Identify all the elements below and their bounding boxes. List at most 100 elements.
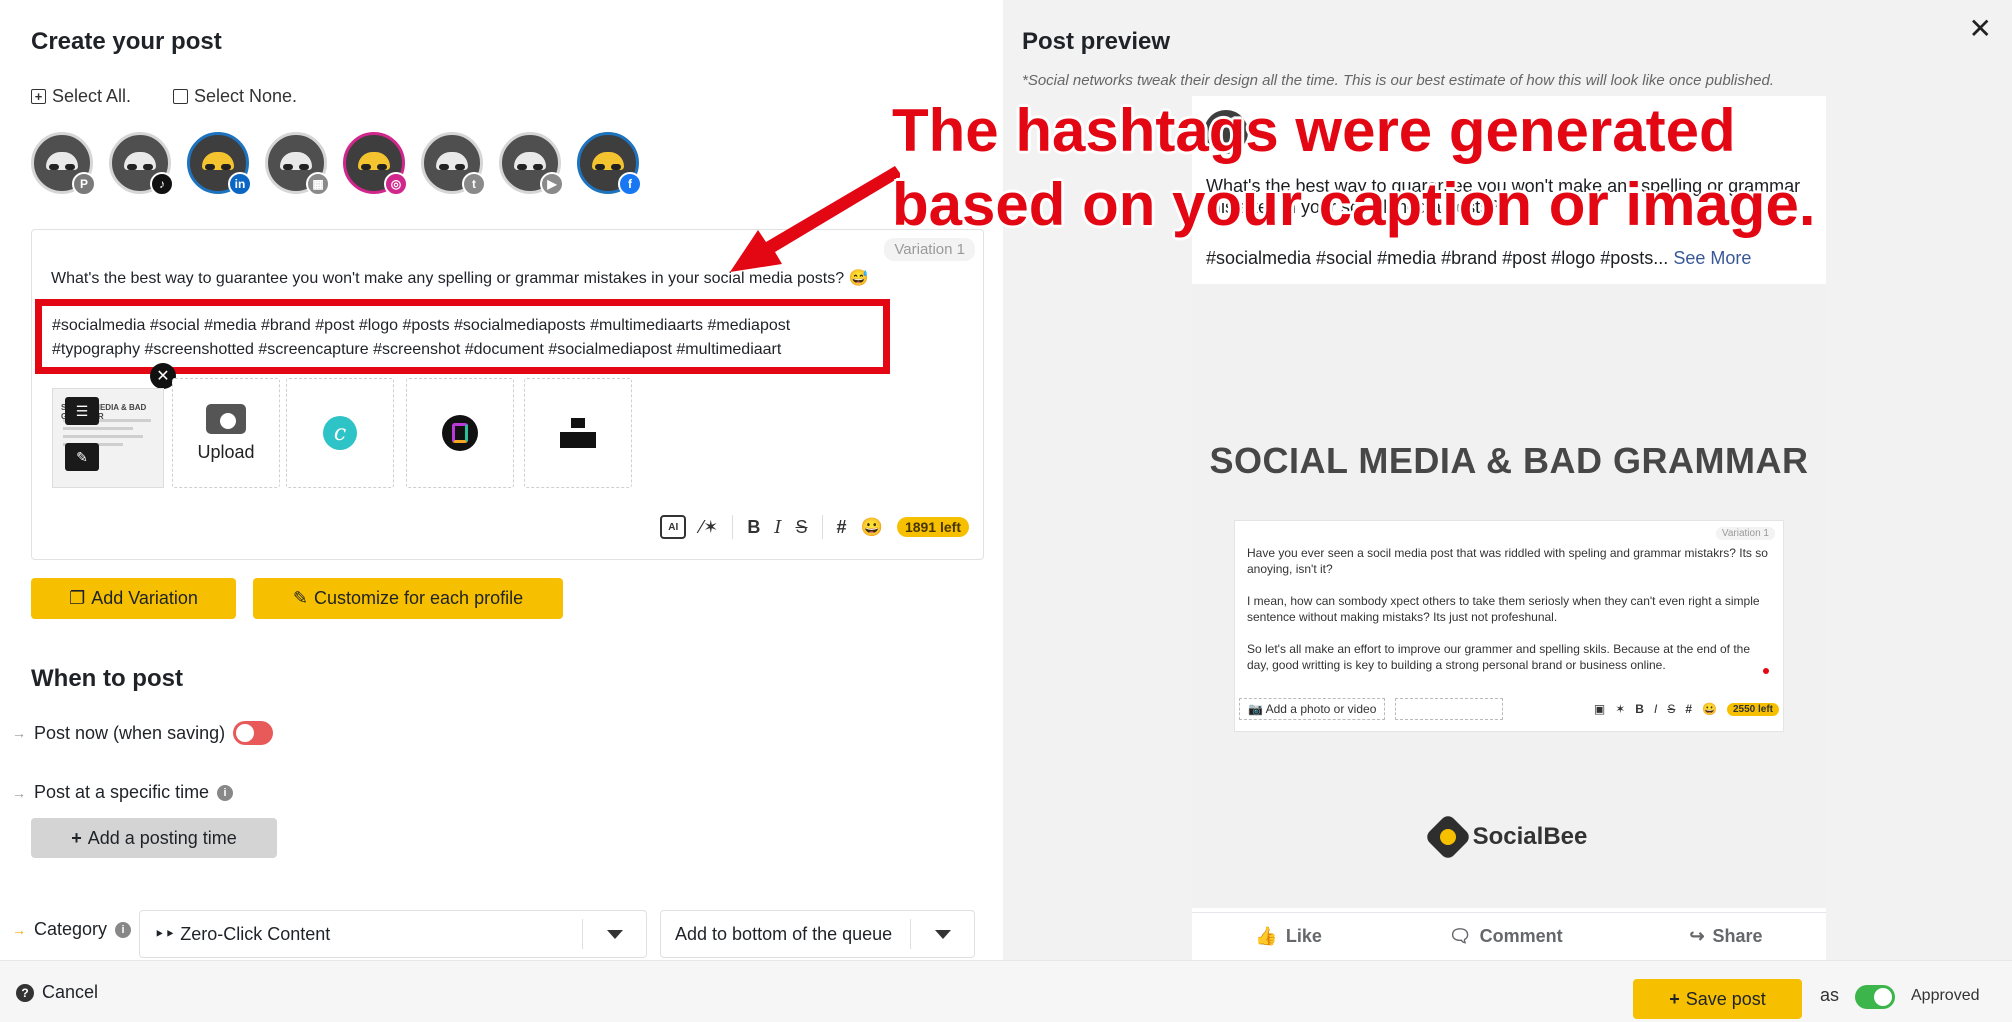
queue-position-value: Add to bottom of the queue [675,923,893,944]
bee-eye [205,164,215,170]
pencil-icon: ✎ [292,588,308,608]
camera-icon [206,403,246,434]
hashtags-line-1: #socialmedia #social #media #brand #post… [52,317,791,334]
facebook-icon: f [618,172,642,196]
arrow-right-icon: → [12,725,26,741]
annotation-line-2: based on your caption or image. [892,171,1816,238]
google-business-icon: ▦ [306,172,330,196]
add-variation-label: Add Variation [91,588,198,608]
customize-each-profile-button[interactable]: ✎ Customize for each profile [253,578,563,619]
magic-wand-icon: ✶ [1615,702,1626,716]
youtube-icon: ▶ [540,172,564,196]
mock-counter: 2550 left [1726,702,1779,716]
page-title: Create your post [31,28,222,55]
profile-avatar[interactable]: ◎ [343,132,408,196]
profile-avatar[interactable]: P [31,132,96,196]
thumbnail-line [63,427,133,430]
footer-bar: ? Cancel + Save post as Approved [0,960,2012,1022]
approval-toggle[interactable] [1855,985,1895,1009]
character-counter: 1891 left [896,517,969,537]
post-actions: 👍 Like 🗨 Comment ↪ Share [1192,912,1826,960]
upload-button[interactable]: Upload [172,378,280,488]
profile-avatar[interactable]: ▦ [265,132,330,196]
plus-square-icon: + [31,89,46,104]
emoji-icon[interactable]: 😀 [861,517,883,538]
profile-avatar[interactable]: f [577,132,642,196]
post-now-toggle[interactable] [233,721,274,745]
bee-eye [299,164,309,170]
pixabay-button[interactable] [406,378,514,488]
canva-button[interactable]: c [286,378,394,488]
profile-avatar[interactable]: in [187,132,252,196]
category-dropdown-toggle[interactable] [582,919,646,949]
see-more-link[interactable]: See More [1673,248,1751,268]
comment-button[interactable]: 🗨 Comment [1449,926,1563,947]
close-icon[interactable]: ✕ [1969,12,1992,45]
italic-icon[interactable]: I [774,517,781,538]
add-posting-time-label: Add a posting time [87,827,237,848]
mock-paragraph-2: I mean, how can sombody xpect others to … [1247,594,1760,624]
edit-pencil-icon[interactable]: ✎ [65,443,99,471]
queue-position-select[interactable]: Add to bottom of the queue [660,910,975,958]
preview-hashtags: #socialmedia #social #media #brand #post… [1206,248,1751,269]
chevron-down-icon [934,929,951,939]
like-button[interactable]: 👍 Like [1255,926,1321,947]
bee-eye [439,164,449,170]
canva-icon: c [323,416,357,450]
approved-label: Approved [1911,987,1980,1004]
preview-title: Post preview [1022,28,1171,55]
magic-wand-icon[interactable]: ⁄✶ [700,517,718,538]
unsplash-button[interactable] [524,378,632,488]
share-button[interactable]: ↪ Share [1689,926,1762,947]
linkedin-icon: in [228,172,252,196]
bee-eye [361,164,371,170]
profile-avatar[interactable]: ♪ [109,132,174,196]
cancel-label: Cancel [42,982,99,1002]
info-icon[interactable]: i [217,784,234,801]
add-variation-button[interactable]: ❐ Add Variation [31,578,236,619]
bee-eye [377,164,387,170]
tiktok-icon: ♪ [150,172,174,196]
hashtag-icon[interactable]: # [837,517,847,538]
bee-eye [517,164,527,170]
thumbnail-line [63,435,143,438]
bold-icon[interactable]: B [747,517,760,538]
strikethrough-icon[interactable]: S [796,517,808,538]
editor-toolbar: AI ⁄✶ B I S # 😀 1891 left [660,515,969,539]
image-editor-mockup: Variation 1 Have you ever seen a socil m… [1234,520,1784,732]
when-to-post-heading: When to post [31,665,183,692]
bee-eye [65,164,75,170]
alt-text-icon[interactable]: ☰ [65,397,99,425]
post-now-row: → Post now (when saving) [12,721,274,745]
mock-format-tools: ▣ ✶ B I S # 😀 2550 left [1594,702,1779,716]
annotation-arrow [730,166,900,272]
square-icon [173,89,188,104]
ai-icon[interactable]: AI [660,515,687,539]
hashtags-line-2: #typography #screenshotted #screencaptur… [52,341,782,358]
info-icon[interactable]: i [115,921,132,938]
bee-eye [611,164,621,170]
comment-label: Comment [1479,926,1563,946]
preview-tags-text: #socialmedia #social #media #brand #post… [1206,248,1669,268]
attached-image-thumbnail[interactable]: SOCIAL MEDIA & BAD GRAMMAR ☰ ✎ [52,388,164,488]
mock-add-photo-label: Add a photo or video [1265,702,1377,716]
twitter-icon: t [462,172,486,196]
profile-avatar[interactable]: t [421,132,486,196]
post-image: SOCIAL MEDIA & BAD GRAMMAR Variation 1 H… [1192,284,1826,908]
save-post-label: Save post [1685,988,1766,1009]
cancel-button[interactable]: ? Cancel [16,982,98,1003]
comment-icon: 🗨 [1448,926,1472,946]
post-editor-panel: Create your post + Select All. Select No… [0,0,1003,960]
thumbs-up-icon: 👍 [1255,926,1278,946]
add-posting-time-button[interactable]: + Add a posting time [31,818,277,858]
select-all-button[interactable]: + Select All. [31,86,131,107]
like-label: Like [1285,926,1322,946]
category-select[interactable]: ‣‣ Zero-Click Content [139,910,647,958]
bee-eye [221,164,231,170]
select-none-button[interactable]: Select None. [173,86,297,107]
save-post-button[interactable]: + Save post [1633,979,1802,1019]
queue-dropdown-toggle[interactable] [910,919,974,949]
image-title: SOCIAL MEDIA & BAD GRAMMAR [1209,440,1809,481]
profile-avatar[interactable]: ▶ [499,132,564,196]
bold-icon: B [1635,702,1644,716]
